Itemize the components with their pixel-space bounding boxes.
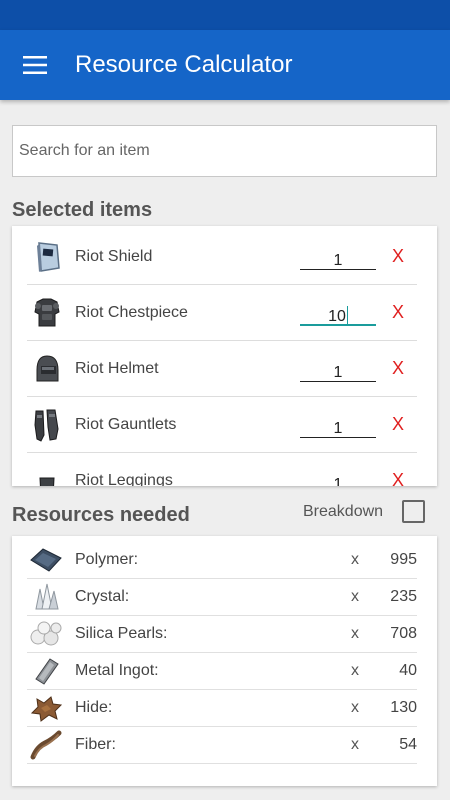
list-item[interactable]: Riot Leggings 1 X [27, 453, 417, 486]
crystal-icon [27, 580, 65, 614]
menu-button[interactable] [0, 30, 70, 100]
list-item[interactable]: Riot Shield 1 X [27, 229, 417, 285]
resource-amount: 40 [399, 662, 417, 679]
resource-amount: 995 [390, 551, 417, 568]
resources-needed-title: Resources needed [12, 504, 190, 526]
remove-button[interactable]: X [392, 246, 404, 267]
resource-row: Crystal: x 235 [27, 579, 417, 616]
times-sign: x [351, 625, 359, 642]
list-item[interactable]: Riot Helmet 1 X [27, 341, 417, 397]
resource-row: Hide: x 130 [27, 690, 417, 727]
resource-row: Silica Pearls: x 708 [27, 616, 417, 653]
hamburger-menu-icon [23, 56, 47, 74]
polymer-icon [27, 543, 65, 577]
list-item[interactable]: Riot Gauntlets 1 X [27, 397, 417, 453]
item-name: Riot Shield [75, 247, 153, 265]
search-box[interactable] [12, 125, 437, 177]
riot-helmet-icon [27, 349, 67, 389]
breakdown-checkbox[interactable] [402, 500, 425, 523]
quantity-input[interactable]: 10 [300, 300, 376, 326]
item-name: Riot Chestpiece [75, 303, 188, 321]
resource-name: Metal Ingot: [75, 662, 159, 679]
resource-row: Polymer: x 995 [27, 542, 417, 579]
riot-shield-icon [27, 237, 67, 277]
remove-button[interactable]: X [392, 414, 404, 435]
quantity-input[interactable]: 1 [300, 468, 376, 487]
silica-pearls-icon [27, 617, 65, 651]
resource-name: Crystal: [75, 588, 130, 605]
riot-chestpiece-icon [27, 293, 67, 333]
metal-ingot-icon [27, 654, 65, 688]
search-input[interactable] [19, 142, 436, 160]
quantity-input[interactable]: 1 [300, 244, 376, 270]
remove-button[interactable]: X [392, 470, 404, 486]
fiber-icon [27, 728, 65, 762]
riot-gauntlets-icon [27, 405, 67, 445]
times-sign: x [351, 699, 359, 716]
resource-name: Silica Pearls: [75, 625, 168, 642]
resource-name: Fiber: [75, 736, 116, 753]
hide-icon [27, 691, 65, 725]
resource-row: Metal Ingot: x 40 [27, 653, 417, 690]
selected-items-list[interactable]: Riot Shield 1 X Riot Chestpiece 10 X Rio… [12, 226, 437, 486]
list-item[interactable]: Riot Chestpiece 10 X [27, 285, 417, 341]
resource-amount: 708 [390, 625, 417, 642]
remove-button[interactable]: X [392, 302, 404, 323]
times-sign: x [351, 551, 359, 568]
item-name: Riot Gauntlets [75, 415, 177, 433]
quantity-input[interactable]: 1 [300, 412, 376, 438]
times-sign: x [351, 662, 359, 679]
resource-name: Polymer: [75, 551, 139, 568]
item-name: Riot Helmet [75, 359, 159, 377]
app-title: Resource Calculator [75, 51, 293, 78]
text-cursor [346, 305, 348, 324]
riot-leggings-icon [27, 461, 67, 486]
app-bar: Resource Calculator [0, 30, 450, 100]
times-sign: x [351, 588, 359, 605]
status-bar [0, 0, 450, 30]
item-name: Riot Leggings [75, 471, 173, 487]
resource-amount: 54 [399, 736, 417, 753]
resource-amount: 130 [390, 699, 417, 716]
resources-list: Polymer: x 995 Crystal: x 235 Silica Pea… [12, 536, 437, 786]
times-sign: x [351, 736, 359, 753]
selected-items-title: Selected items [12, 199, 153, 221]
remove-button[interactable]: X [392, 358, 404, 379]
resource-amount: 235 [390, 588, 417, 605]
breakdown-label: Breakdown [303, 503, 384, 520]
quantity-input[interactable]: 1 [300, 356, 376, 382]
resource-row: Fiber: x 54 [27, 727, 417, 764]
resource-name: Hide: [75, 699, 113, 716]
